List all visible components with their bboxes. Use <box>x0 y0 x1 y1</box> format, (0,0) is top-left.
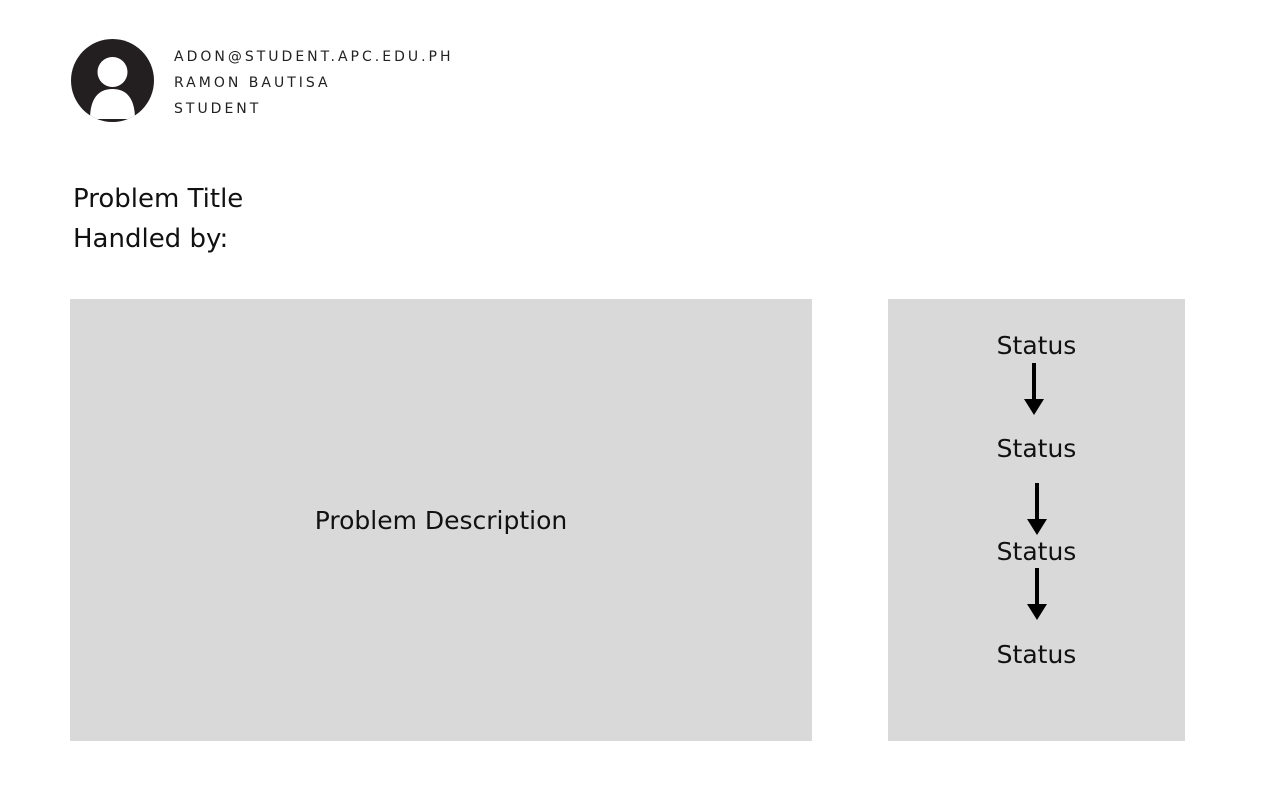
status-label-3: Status <box>996 537 1077 566</box>
problem-description-panel: Problem Description <box>70 299 812 741</box>
status-label-2: Status <box>996 434 1077 463</box>
user-avatar-icon <box>71 39 154 122</box>
problem-description: Problem Description <box>314 505 568 535</box>
ticket-page: ADON@STUDENT.APC.EDU.PH RAMON BAUTISA ST… <box>0 0 1280 800</box>
user-name: RAMON BAUTISA <box>174 75 331 91</box>
arrow-down-icon <box>1024 363 1044 415</box>
status-label-1: Status <box>996 331 1077 360</box>
arrow-down-icon <box>1027 483 1047 535</box>
arrow-down-icon <box>1027 568 1047 620</box>
status-flow-panel: Status Status Status Status <box>888 299 1185 741</box>
problem-title: Problem Title <box>73 184 244 214</box>
user-info: ADON@STUDENT.APC.EDU.PH RAMON BAUTISA ST… <box>174 44 454 122</box>
user-role: STUDENT <box>174 101 262 117</box>
handled-by-label: Handled by: <box>73 224 229 254</box>
status-label-4: Status <box>996 640 1077 669</box>
user-email: ADON@STUDENT.APC.EDU.PH <box>174 49 454 65</box>
